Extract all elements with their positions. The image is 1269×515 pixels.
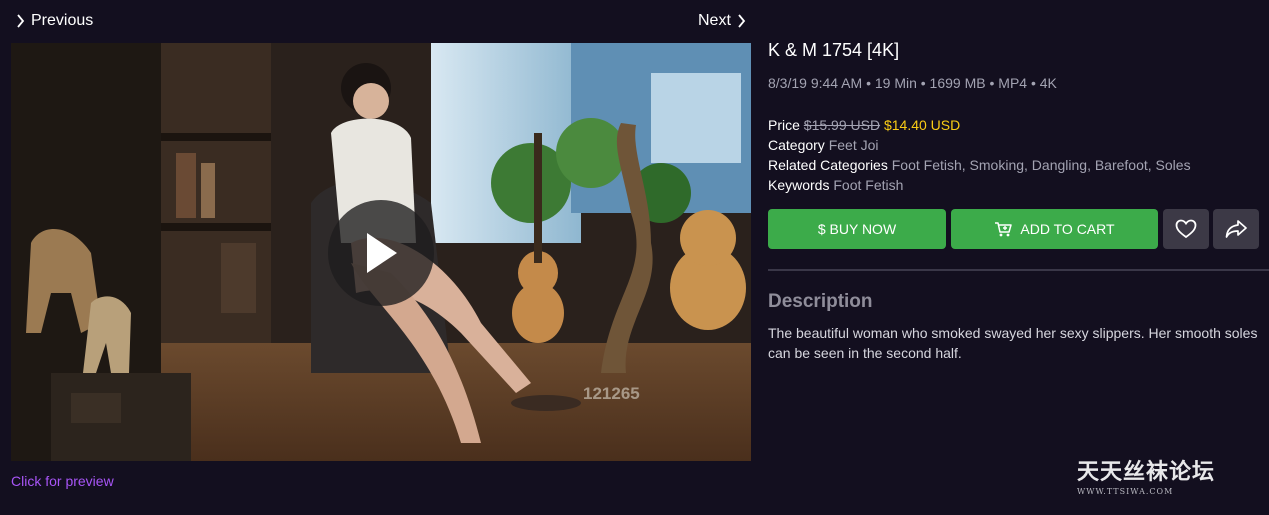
keywords-link[interactable]: Foot Fetish [833, 177, 903, 193]
video-preview[interactable]: 121265 [11, 43, 751, 461]
site-watermark: 天天丝袜论坛 WWW.TTSIWA.COM [1077, 454, 1237, 496]
cart-icon [995, 222, 1013, 237]
buy-now-button[interactable]: $ BUY NOW [768, 209, 946, 249]
chevron-right-icon [16, 14, 25, 28]
buy-now-label: $ BUY NOW [817, 221, 897, 237]
description-heading: Description [768, 291, 873, 312]
next-label: Next [698, 12, 731, 29]
next-link[interactable]: Next [698, 12, 746, 30]
share-button[interactable] [1213, 209, 1259, 249]
add-to-cart-label: ADD TO CART [1020, 221, 1115, 237]
site-watermark-cn: 天天丝袜论坛 [1077, 459, 1216, 485]
product-info: Price $15.99 USD $14.40 USD Category Fee… [768, 115, 1191, 195]
category-label: Category [768, 137, 825, 153]
description-text: The beautiful woman who smoked swayed he… [768, 325, 1258, 361]
video-watermark-id: 121265 [583, 384, 640, 403]
related-categories-label: Related Categories [768, 157, 888, 173]
share-icon [1225, 220, 1247, 238]
play-button[interactable] [328, 200, 434, 306]
site-watermark-en: WWW.TTSIWA.COM [1077, 487, 1174, 496]
keywords-label: Keywords [768, 177, 830, 193]
price-sale: $14.40 USD [883, 117, 961, 133]
related-categories-links[interactable]: Foot Fetish, Smoking, Dangling, Barefoot… [892, 157, 1191, 173]
chevron-right-icon [737, 14, 746, 28]
favorite-button[interactable] [1163, 209, 1209, 249]
play-icon [367, 233, 397, 273]
category-link[interactable]: Feet Joi [829, 137, 879, 153]
price-label: Price [768, 117, 800, 133]
product-meta: 8/3/19 9:44 AM • 19 Min • 1699 MB • MP4 … [768, 75, 1057, 91]
heart-icon [1175, 219, 1197, 239]
previous-label: Previous [31, 12, 94, 29]
category-row: Category Feet Joi [768, 135, 1191, 155]
related-categories-row: Related Categories Foot Fetish, Smoking,… [768, 155, 1191, 175]
price-row: Price $15.99 USD $14.40 USD [768, 115, 1191, 135]
preview-link[interactable]: Click for preview [11, 473, 114, 489]
section-divider [768, 269, 1269, 271]
previous-link[interactable]: Previous [16, 12, 93, 30]
product-page: Previous Next 121265 Click for preview K… [0, 0, 1269, 515]
add-to-cart-button[interactable]: ADD TO CART [951, 209, 1158, 249]
price-original: $15.99 USD [803, 117, 881, 133]
keywords-row: Keywords Foot Fetish [768, 175, 1191, 195]
product-title: K & M 1754 [4K] [768, 40, 900, 60]
